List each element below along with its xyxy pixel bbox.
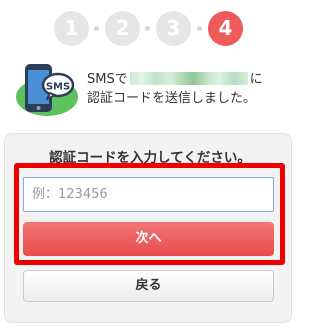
step-separator-dot [145, 26, 150, 31]
notice-line-1: SMSで に [87, 70, 297, 89]
step-4-current: 4 [208, 11, 243, 46]
step-2: 2 [105, 11, 140, 46]
step-separator-dot [94, 26, 99, 31]
next-button[interactable]: 次へ [23, 222, 274, 256]
step-3: 3 [156, 11, 191, 46]
notice-line-2: 認証コードを送信しました。 [87, 91, 257, 106]
step-indicator: 1 2 3 4 [54, 11, 246, 47]
masked-phone-number [129, 72, 248, 85]
notice-line1-suffix: に [249, 72, 263, 87]
notice-text: SMSで に 認証コードを送信しました。 [87, 70, 297, 108]
notice-line1-prefix: SMSで [87, 72, 128, 87]
phone-sms-icon: SMS [14, 62, 80, 118]
sms-sent-notice: SMS SMSで に 認証コードを送信しました。 [14, 60, 294, 120]
verification-code-input[interactable] [23, 177, 274, 212]
step-separator-dot [197, 26, 202, 31]
step-1: 1 [54, 11, 89, 46]
sms-icon-label: SMS [46, 82, 70, 93]
back-button[interactable]: 戻る [23, 270, 274, 302]
sms-verification-page: 1 2 3 4 SMS SMSで に 認証コードを送信しました。 認証コードを入力… [0, 0, 300, 332]
